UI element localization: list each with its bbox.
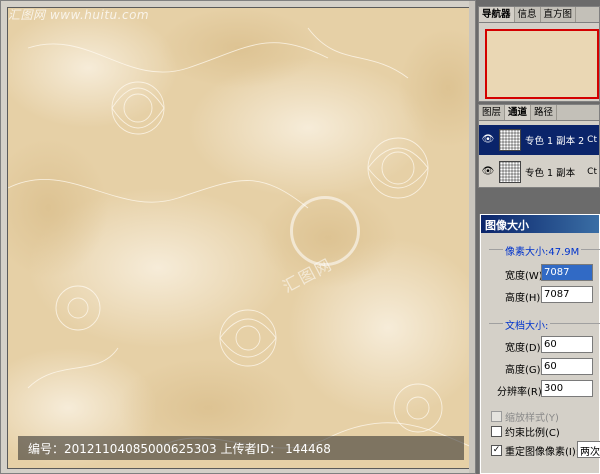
document-size-label: 文档大小:: [503, 317, 551, 332]
tab-navigator[interactable]: 导航器: [479, 7, 515, 22]
doc-height-label: 高度(G):: [505, 365, 544, 376]
document-window: [0, 0, 476, 474]
tab-channels[interactable]: 通道: [505, 105, 532, 120]
channels-tabs: 图层 通道 路径: [479, 105, 599, 121]
resample-checkbox[interactable]: ✓ 重定图像像素(I):: [491, 443, 579, 458]
tab-histogram[interactable]: 直方图: [541, 7, 577, 22]
doc-width-label: 宽度(D):: [505, 343, 544, 354]
navigator-preview[interactable]: [485, 29, 599, 99]
constrain-proportions-checkbox[interactable]: 约束比例(C): [491, 424, 560, 439]
checkmark-icon[interactable]: ✓: [491, 445, 502, 456]
channel-shortcut: Ct: [587, 135, 597, 145]
width-input[interactable]: 7087: [541, 264, 593, 281]
width-label: 宽度(W):: [505, 271, 547, 282]
channel-row[interactable]: 👁 专色 1 副本 Ct: [479, 157, 599, 187]
image-size-dialog: 图像大小 像素大小:47.9M 宽度(W): 7087 高度(H): 7087 …: [480, 214, 600, 474]
channels-panel: 图层 通道 路径 👁 专色 1 副本 2 Ct 👁 专色 1 副本 Ct: [478, 104, 600, 188]
channel-label: 专色 1 副本: [525, 168, 576, 179]
navigator-panel: 导航器 信息 直方图: [478, 6, 600, 102]
resample-label: 重定图像像素(I):: [505, 447, 580, 458]
canvas[interactable]: [7, 7, 473, 469]
scrollbar-vertical[interactable]: [469, 1, 475, 473]
doc-width-input[interactable]: 60: [541, 336, 593, 353]
channel-thumbnail: [499, 129, 521, 151]
eye-icon[interactable]: 👁: [481, 133, 495, 147]
tab-paths[interactable]: 路径: [531, 105, 558, 120]
dialog-title[interactable]: 图像大小: [481, 215, 599, 233]
resample-method-select[interactable]: 两次立: [577, 441, 600, 458]
watermark-footer: 编号：20121104085000625303 上传者ID： 144468: [18, 436, 464, 460]
checkbox-box[interactable]: [491, 426, 502, 437]
channel-thumbnail: [499, 161, 521, 183]
height-label: 高度(H):: [505, 293, 544, 304]
channel-shortcut: Ct: [587, 167, 597, 177]
navigator-tabs: 导航器 信息 直方图: [479, 7, 599, 23]
channel-row[interactable]: 👁 专色 1 副本 2 Ct: [479, 125, 599, 155]
resolution-label: 分辨率(R):: [497, 387, 546, 398]
pixel-size-label: 像素大小:47.9M: [503, 243, 582, 258]
constrain-label: 约束比例(C): [505, 428, 560, 439]
scale-styles-checkbox: 缩放样式(Y): [491, 409, 559, 424]
eye-icon[interactable]: 👁: [481, 165, 495, 179]
tab-layers[interactable]: 图层: [479, 105, 506, 120]
watermark-site: 汇图网 www.huitu.com: [8, 8, 150, 22]
checkbox-box: [491, 411, 502, 422]
doc-height-input[interactable]: 60: [541, 358, 593, 375]
channel-label: 专色 1 副本 2: [525, 136, 585, 147]
scale-styles-label: 缩放样式(Y): [505, 413, 559, 424]
floral-pattern-image: [8, 8, 472, 468]
height-input[interactable]: 7087: [541, 286, 593, 303]
resolution-input[interactable]: 300: [541, 380, 593, 397]
tab-info[interactable]: 信息: [515, 7, 541, 22]
